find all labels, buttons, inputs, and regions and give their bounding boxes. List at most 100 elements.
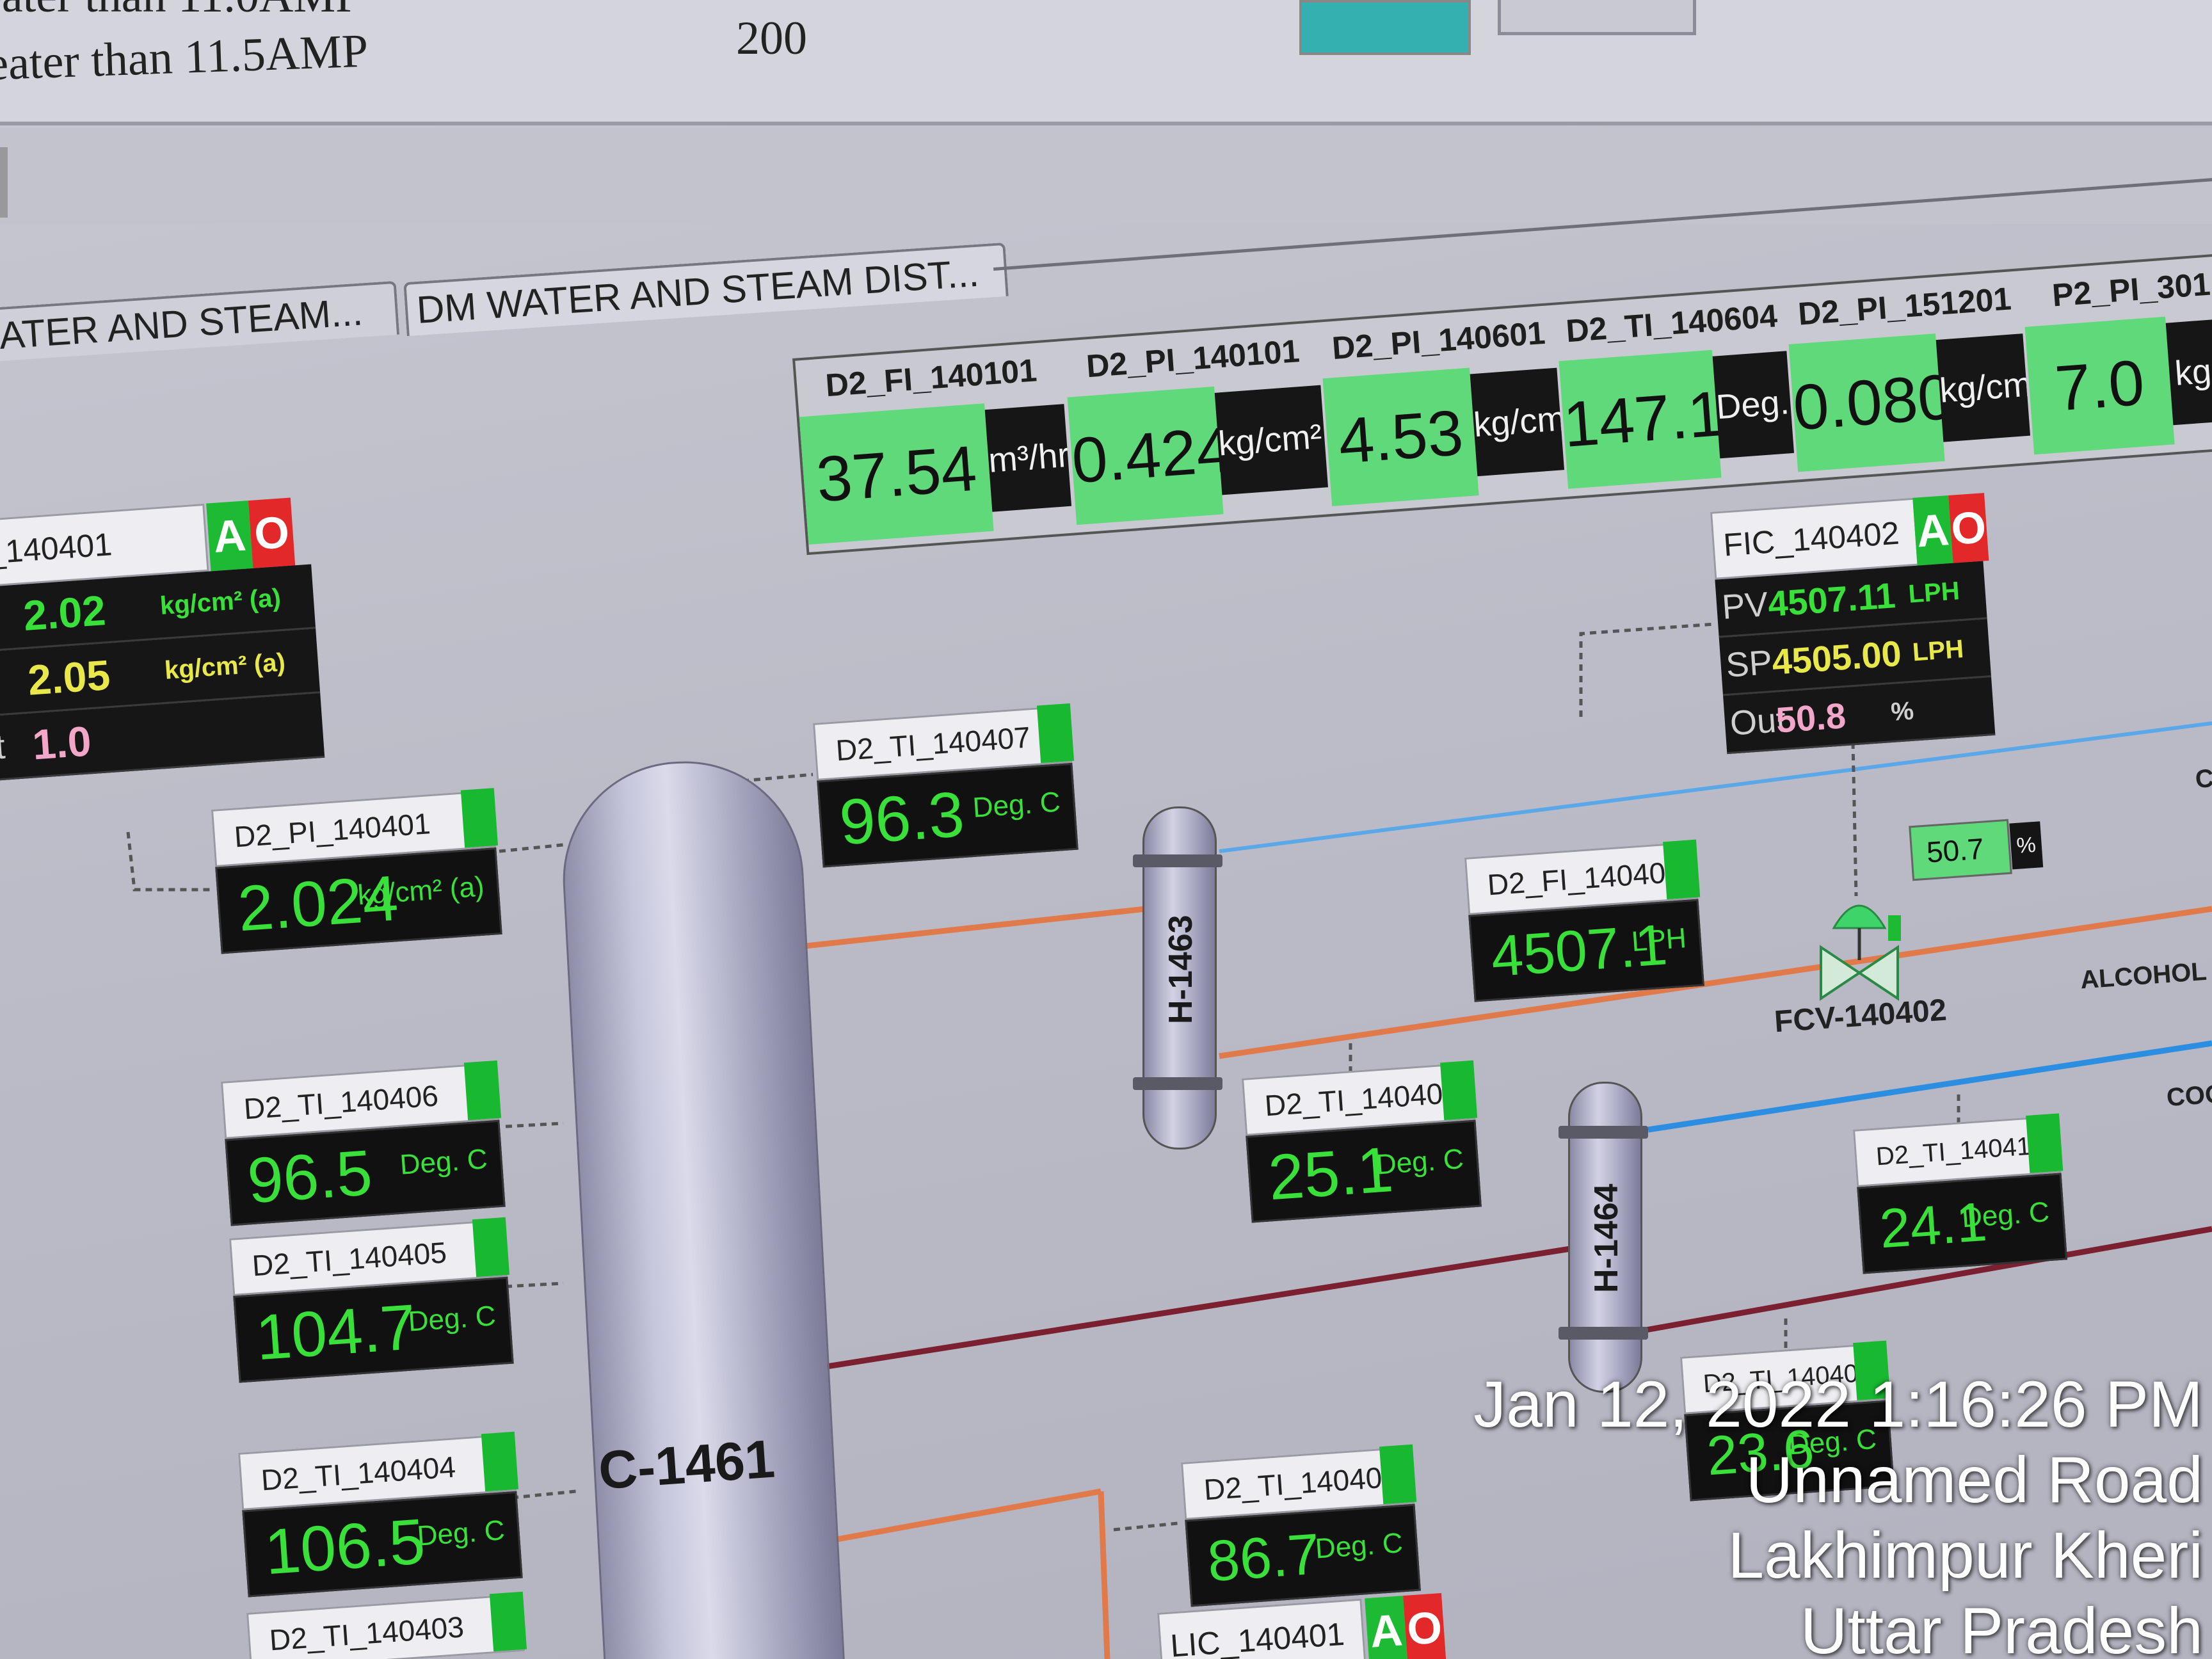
tag-value: 96.5 xyxy=(245,1137,375,1217)
status-flag xyxy=(472,1217,510,1278)
header-value: 4.53 xyxy=(1322,367,1479,506)
tag-ti-140407[interactable]: D2_TI_140407 96.3 Deg. C xyxy=(813,703,1078,868)
tag-unit: Deg. C xyxy=(407,1300,497,1338)
pipe-maroon-a xyxy=(806,1245,1575,1373)
header-value: 0.080 xyxy=(1788,333,1956,472)
faceplate-tag-text: FIC_140402 xyxy=(1722,515,1901,563)
pv-value: 4507.11 xyxy=(1767,575,1897,624)
overlay-datetime: Jan 12, 2022 1:16:26 PM xyxy=(1473,1368,2203,1441)
tag-value: 104.7 xyxy=(253,1291,419,1374)
tag-unit: LPH xyxy=(1630,922,1688,958)
stream-label-c: C xyxy=(2194,764,2212,794)
status-flag xyxy=(460,788,498,848)
sp-value[interactable]: 2.05 xyxy=(26,643,112,712)
manual-mode-button[interactable]: O xyxy=(248,497,296,568)
pipe-orange-drop xyxy=(1098,1491,1110,1659)
header-tag-name: P2_PI_301 xyxy=(2051,266,2212,314)
pv-unit: LPH xyxy=(1907,577,1961,609)
sp-unit: LPH xyxy=(1911,634,1965,667)
tag-value-box: 24.1 Deg. C xyxy=(1857,1173,2067,1274)
pv-value: 2.02 xyxy=(22,586,108,639)
pipe-orange-top xyxy=(793,906,1146,950)
header-unit: Deg. C xyxy=(1712,351,1795,459)
tag-value: 96.3 xyxy=(837,778,967,859)
status-flag xyxy=(2026,1113,2064,1173)
header-unit: kg/c xyxy=(2165,317,2212,426)
stream-label-cooling: COO xyxy=(2165,1079,2212,1112)
header-cell-pi140101[interactable]: D2_PI_140101 0.424 kg/cm² (a) xyxy=(1063,323,1333,531)
overlay-state: Uttar Pradesh xyxy=(1800,1594,2203,1659)
tag-unit: kg/cm² (a) xyxy=(357,870,486,911)
flange-band xyxy=(1559,1126,1648,1139)
manual-mode-button[interactable]: O xyxy=(1403,1592,1447,1659)
faceplate-tag-text: LIC_140401 xyxy=(1169,1615,1346,1659)
header-unit: kg/cm² (a) xyxy=(1470,367,1564,477)
tag-ti-140406[interactable]: D2_TI_140406 96.5 Deg. C xyxy=(221,1060,506,1226)
header-unit: kg/cm² (a) xyxy=(1936,333,2031,442)
tag-ti-140405[interactable]: D2_TI_140405 104.7 Deg. C xyxy=(229,1217,514,1383)
overlay-road: Unnamed Road xyxy=(1745,1443,2203,1516)
pv-unit: kg/cm² (a) xyxy=(159,583,282,621)
header-cell-ti140604[interactable]: D2_TI_140604 147.1 Deg. C xyxy=(1555,288,1799,494)
header-unit: m³/hr xyxy=(984,404,1072,512)
fic-140402-faceplate[interactable]: FIC_140402 A O PV 4507.11 LPH SP 4505.00… xyxy=(1710,493,1996,755)
exchanger-label: H-1463 xyxy=(1162,915,1199,1024)
sp-unit: kg/cm² (a) xyxy=(163,648,287,685)
header-cell-pi301[interactable]: P2_PI_301 7.0 kg/c xyxy=(2021,255,2212,460)
status-flag xyxy=(1036,703,1075,764)
auto-mode-button[interactable]: A xyxy=(1365,1596,1408,1659)
tag-value-box: 86.7 Deg. C xyxy=(1185,1503,1421,1607)
pipe-orange-mid xyxy=(1219,906,2212,1059)
tag-value-box: 96.3 Deg. C xyxy=(817,762,1078,868)
status-flag xyxy=(481,1431,519,1492)
status-flag xyxy=(1440,1060,1478,1121)
tag-unit: Deg. C xyxy=(972,786,1062,824)
valve-output-unit: % xyxy=(2009,821,2044,870)
tag-ti-140409[interactable]: D2_TI_140409 86.7 Deg. C xyxy=(1181,1444,1421,1607)
manual-mode-button[interactable]: O xyxy=(1948,493,1989,563)
auto-mode-button[interactable]: A xyxy=(206,501,253,572)
signal-line-fic xyxy=(1579,622,1716,717)
tag-fi-140402[interactable]: D2_FI_140402 4507.1 LPH xyxy=(1464,839,1704,1002)
flange-band xyxy=(1559,1327,1648,1340)
status-flag xyxy=(1663,839,1701,900)
tag-ti-140414[interactable]: D2_TI_140414 24.1 Deg. C xyxy=(1853,1113,2067,1274)
tag-unit: Deg. C xyxy=(1375,1143,1465,1181)
status-flag xyxy=(463,1060,502,1121)
signal-line-pic xyxy=(126,831,211,892)
tag-unit: Deg. C xyxy=(416,1514,506,1552)
pipe-blue-mid xyxy=(1647,1040,2212,1133)
status-flag xyxy=(1379,1444,1417,1505)
sp-label: SP xyxy=(1724,643,1774,685)
header-cell-fi140101[interactable]: D2_FI_140101 37.54 m³/hr xyxy=(795,341,1077,550)
header-value: 0.424 xyxy=(1067,386,1235,525)
out-value[interactable]: 1.0 xyxy=(30,709,93,776)
status-flag xyxy=(489,1591,527,1652)
tag-value: 106.5 xyxy=(262,1505,428,1589)
out-value[interactable]: 50.8 xyxy=(1774,687,1848,748)
tag-pi-140401[interactable]: D2_PI_140401 2.024 kg/cm² (a) xyxy=(211,788,502,954)
tag-value-box: 25.1 Deg. C xyxy=(1246,1119,1482,1223)
out-unit: % xyxy=(1889,696,1915,727)
sp-value[interactable]: 4505.00 xyxy=(1770,625,1903,691)
pipe-orange-bottom xyxy=(819,1488,1102,1546)
pv-label: PV xyxy=(1720,585,1770,627)
tag-unit: Deg. C xyxy=(1960,1196,2051,1234)
header-value: 37.54 xyxy=(799,403,994,545)
tag-value: 86.7 xyxy=(1205,1522,1322,1594)
tag-ti-140404[interactable]: D2_TI_140404 106.5 Deg. C xyxy=(238,1431,523,1598)
photo-timestamp-overlay: Jan 12, 2022 1:16:26 PM Unnamed Road Lak… xyxy=(1473,1366,2203,1659)
signal-line-valve xyxy=(1851,742,1858,897)
valve-output-readout[interactable]: 50.7 % xyxy=(1909,819,2044,881)
column-c-1461[interactable] xyxy=(557,755,848,1659)
out-label: t xyxy=(0,727,6,767)
pic-140401-faceplate[interactable]: _140401 A O 2.02 kg/cm² (a) 2.05 kg/cm² … xyxy=(0,497,325,781)
header-cell-pi140601[interactable]: D2_PI_140601 4.53 kg/cm² (a) xyxy=(1318,305,1569,511)
auto-mode-button[interactable]: A xyxy=(1912,495,1953,566)
header-cell-pi151201[interactable]: D2_PI_151201 0.080 kg/cm² (a) xyxy=(1784,271,2035,477)
tag-ti-140401[interactable]: D2_TI_140401 25.1 Deg. C xyxy=(1242,1060,1482,1223)
tag-unit: Deg. C xyxy=(1314,1527,1404,1565)
control-valve-icon[interactable] xyxy=(1818,890,1901,1005)
dcs-screen: eater than 11.0AMP eater than 11.5AMP 20… xyxy=(0,0,2212,1659)
pipe-blue-top xyxy=(1219,721,2212,853)
